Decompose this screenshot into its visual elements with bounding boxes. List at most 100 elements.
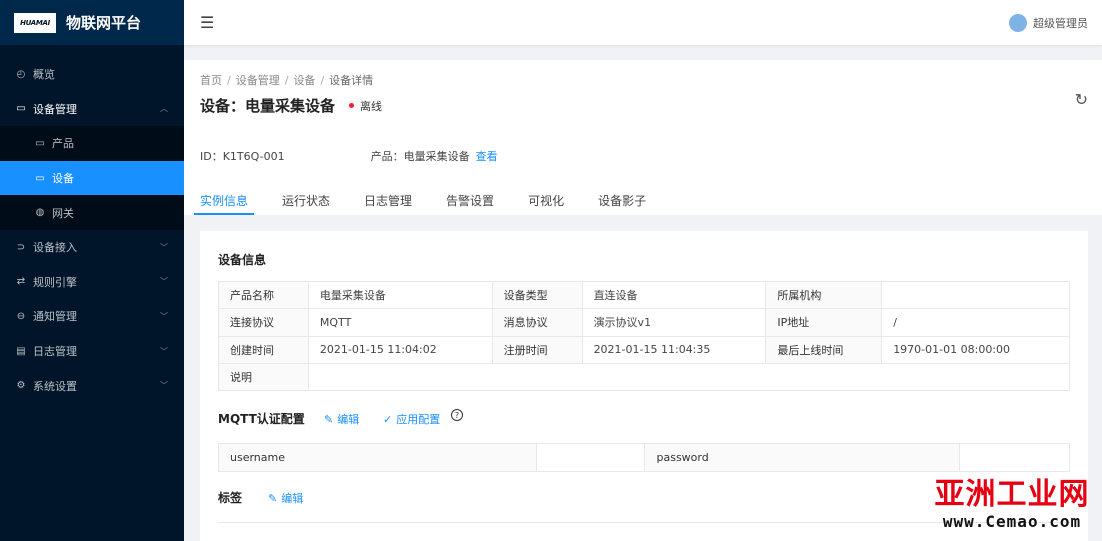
table-label: 创建时间 bbox=[218, 335, 309, 364]
table-row: username password bbox=[218, 443, 1070, 472]
table-value: 2021-01-15 11:04:02 bbox=[307, 335, 493, 364]
status-badge: 离线 bbox=[349, 98, 382, 114]
chevron-down-icon: ﹀ bbox=[160, 242, 168, 252]
table-label: IP地址 bbox=[765, 308, 883, 337]
tags-edit-label: 编辑 bbox=[281, 492, 304, 505]
sidebar-menu: ◴ 概览 ▭ 设备管理 ︿ ▭ 产品 ▭ 设备 ◍ 网关 ⊃ 设备接入 ﹀ ⇄ … bbox=[0, 45, 184, 403]
sidebar: HUAMAI 物联网平台 ◴ 概览 ▭ 设备管理 ︿ ▭ 产品 ▭ 设备 ◍ 网… bbox=[0, 0, 184, 541]
chevron-down-icon: ﹀ bbox=[160, 277, 168, 287]
table-label: username bbox=[218, 443, 537, 472]
product-text: 产品：电量采集设备 bbox=[370, 150, 470, 163]
mqtt-apply-button[interactable]: ✓ 应用配置 bbox=[383, 411, 440, 427]
table-value: / bbox=[881, 308, 1070, 337]
sidebar-item-device[interactable]: ▭ 设备 bbox=[0, 160, 184, 196]
mqtt-apply-label: 应用配置 bbox=[396, 413, 441, 426]
breadcrumb-current: 设备详情 bbox=[329, 74, 374, 87]
calendar-icon: ▤ bbox=[16, 345, 26, 357]
tab-instance-info[interactable]: 实例信息 bbox=[193, 192, 255, 215]
monitor-icon: ▭ bbox=[35, 172, 45, 184]
table-row: 创建时间 2021-01-15 11:04:02 注册时间 2021-01-15… bbox=[218, 335, 1070, 364]
tab-alarm-settings[interactable]: 告警设置 bbox=[446, 192, 494, 215]
table-value bbox=[881, 280, 1070, 310]
page-header: 首页 / 设备管理 / 设备 / 设备详情 设备：电量采集设备 离线 ↻ ID：K1T6Q-… bbox=[184, 60, 1102, 215]
table-label: 最后上线时间 bbox=[765, 335, 883, 364]
sidebar-item-label: 日志管理 bbox=[33, 345, 77, 359]
breadcrumb: 首页 / 设备管理 / 设备 / 设备详情 bbox=[200, 74, 374, 87]
tags-edit-button[interactable]: ✎ 编辑 bbox=[268, 490, 303, 506]
sidebar-item-device-management[interactable]: ▭ 设备管理 ︿ bbox=[0, 92, 184, 127]
breadcrumb-device[interactable]: 设备 bbox=[293, 74, 315, 87]
edit-icon: ✎ bbox=[268, 491, 278, 505]
device-id: ID：K1T6Q-001 bbox=[200, 150, 285, 163]
sidebar-item-label: 规则引擎 bbox=[33, 275, 77, 289]
globe-icon: ◍ bbox=[35, 207, 45, 219]
sidebar-item-notification[interactable]: ⊖ 通知管理 ﹀ bbox=[0, 299, 184, 334]
user-name: 超级管理员 bbox=[1033, 16, 1088, 30]
top-header: ☰ 超级管理员 bbox=[184, 0, 1102, 45]
sidebar-item-rule-engine[interactable]: ⇄ 规则引擎 ﹀ bbox=[0, 265, 184, 300]
sidebar-item-label: 网关 bbox=[52, 206, 74, 220]
device-icon: ▭ bbox=[16, 103, 26, 115]
table-value bbox=[535, 443, 646, 472]
login-icon: ⊃ bbox=[16, 241, 26, 253]
table-label: 说明 bbox=[218, 362, 309, 392]
app-title: 物联网平台 bbox=[66, 14, 142, 32]
avatar bbox=[1009, 13, 1027, 32]
menu-fold-icon[interactable]: ☰ bbox=[200, 13, 214, 32]
tags-title: 标签 bbox=[218, 491, 243, 505]
tab-run-status[interactable]: 运行状态 bbox=[282, 192, 330, 215]
brand-logo: HUAMAI bbox=[14, 12, 56, 33]
watermark-cn: 亚洲工业网 bbox=[934, 477, 1090, 512]
mqtt-config-title: MQTT认证配置 bbox=[218, 412, 305, 426]
gear-icon: ⚙ bbox=[16, 380, 26, 392]
device-info-table: 产品名称 电量采集设备 设备类型 直连设备 所属机构 连接协议 MQTT 消息协… bbox=[218, 280, 1071, 392]
sidebar-item-label: 通知管理 bbox=[33, 310, 77, 324]
sidebar-item-device-access[interactable]: ⊃ 设备接入 ﹀ bbox=[0, 230, 184, 265]
tab-visualization[interactable]: 可视化 bbox=[528, 192, 564, 215]
sidebar-item-label: 概览 bbox=[33, 68, 55, 82]
mqtt-table: username password bbox=[218, 443, 1070, 472]
tab-log-management[interactable]: 日志管理 bbox=[364, 192, 412, 215]
watermark-url: www.Cemao.com bbox=[942, 512, 1082, 531]
offline-dot-icon bbox=[349, 103, 355, 108]
table-value: MQTT bbox=[307, 308, 493, 337]
sidebar-item-label: 设备 bbox=[52, 172, 74, 186]
device-product: 产品：电量采集设备 查看 bbox=[371, 148, 498, 164]
refresh-icon[interactable]: ↻ bbox=[1075, 90, 1088, 109]
sidebar-item-logs[interactable]: ▤ 日志管理 ﹀ bbox=[0, 334, 184, 369]
sidebar-item-gateway[interactable]: ◍ 网关 bbox=[0, 195, 184, 230]
breadcrumb-home[interactable]: 首页 bbox=[200, 74, 222, 87]
user-menu[interactable]: 超级管理员 bbox=[1009, 13, 1088, 32]
mqtt-edit-label: 编辑 bbox=[337, 413, 360, 426]
status-text: 离线 bbox=[360, 99, 383, 113]
view-product-link[interactable]: 查看 bbox=[476, 150, 498, 163]
sidebar-item-overview[interactable]: ◴ 概览 bbox=[0, 57, 184, 92]
table-value bbox=[307, 362, 1071, 392]
chevron-down-icon: ﹀ bbox=[160, 311, 168, 321]
sidebar-item-label: 设备接入 bbox=[33, 241, 77, 255]
sidebar-item-settings[interactable]: ⚙ 系统设置 ﹀ bbox=[0, 368, 184, 403]
table-label: 所属机构 bbox=[765, 280, 883, 310]
table-label: password bbox=[644, 443, 961, 472]
sidebar-item-label: 设备管理 bbox=[33, 102, 77, 116]
table-label: 连接协议 bbox=[218, 308, 309, 337]
table-value: 演示协议v1 bbox=[581, 308, 767, 337]
chevron-up-icon: ︿ bbox=[160, 104, 168, 114]
table-value: 1970-01-01 08:00:00 bbox=[881, 335, 1070, 364]
laptop-icon: ▭ bbox=[35, 137, 45, 149]
sidebar-item-product[interactable]: ▭ 产品 bbox=[0, 126, 184, 161]
table-row: 连接协议 MQTT 消息协议 演示协议v1 IP地址 / bbox=[218, 308, 1070, 337]
logo-area[interactable]: HUAMAI 物联网平台 bbox=[0, 0, 184, 45]
page-title: 设备：电量采集设备 bbox=[200, 97, 336, 115]
table-label: 消息协议 bbox=[491, 308, 583, 337]
table-value: 2021-01-15 11:04:35 bbox=[581, 335, 767, 364]
dashboard-icon: ◴ bbox=[16, 68, 26, 80]
question-icon[interactable]: ? bbox=[451, 409, 463, 421]
swap-icon: ⇄ bbox=[16, 276, 26, 288]
breadcrumb-device-management[interactable]: 设备管理 bbox=[236, 74, 280, 87]
mqtt-edit-button[interactable]: ✎ 编辑 bbox=[324, 411, 359, 427]
message-icon: ⊖ bbox=[16, 310, 26, 322]
tab-device-shadow[interactable]: 设备影子 bbox=[598, 192, 646, 215]
tab-bar: 实例信息 运行状态 日志管理 告警设置 可视化 设备影子 bbox=[193, 192, 680, 215]
chevron-down-icon: ﹀ bbox=[160, 381, 168, 391]
